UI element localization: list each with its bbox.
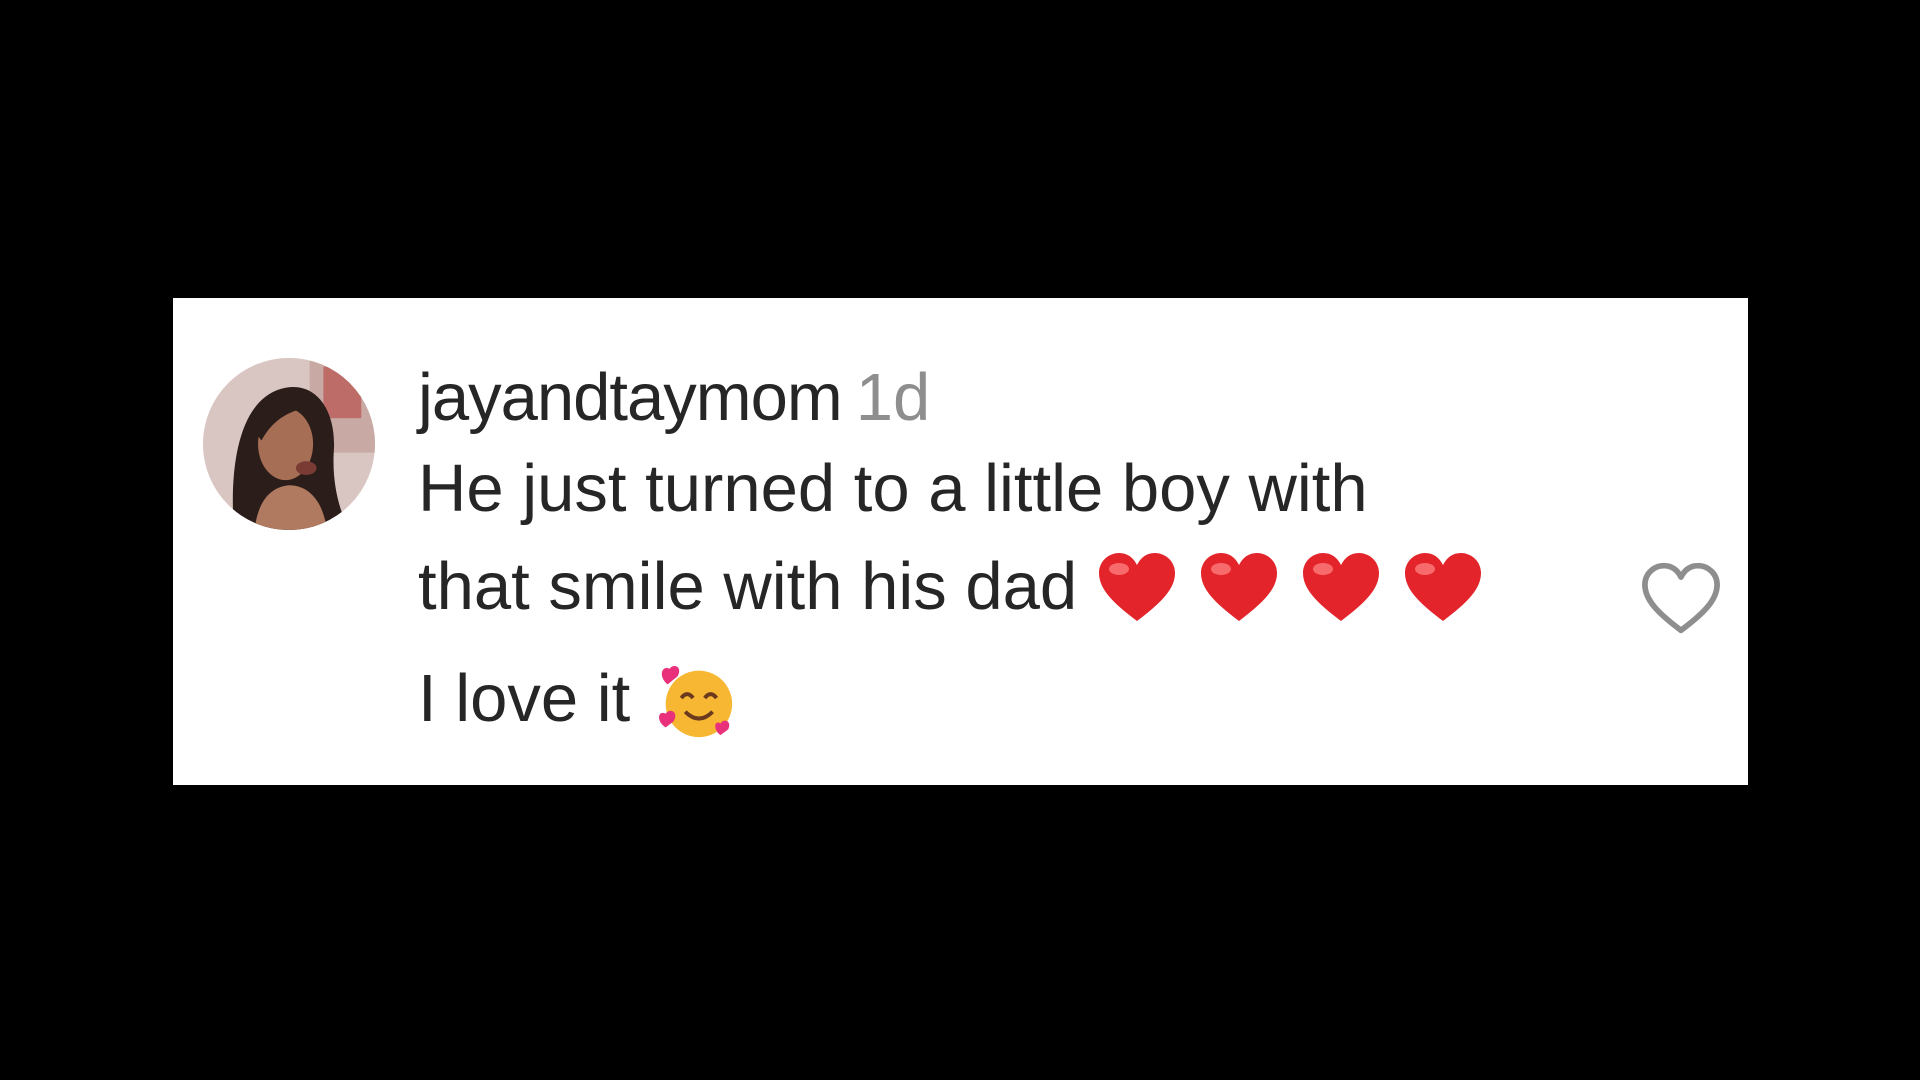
smiling-face-with-hearts-icon bbox=[652, 657, 738, 770]
timestamp[interactable]: 1d bbox=[856, 360, 931, 435]
comment-text: He just turned to a little boy with that… bbox=[418, 440, 1528, 770]
red-heart-icon bbox=[1099, 553, 1176, 621]
comment-body: jayandtaymom 1d He just turned to a littl… bbox=[418, 360, 1528, 770]
comment-card: jayandtaymom 1d He just turned to a littl… bbox=[173, 298, 1748, 785]
avatar[interactable] bbox=[203, 358, 375, 530]
heart-emojis bbox=[1097, 551, 1505, 650]
comment-text-line-3-wrap: I love it bbox=[418, 650, 1528, 770]
red-heart-icon bbox=[1201, 553, 1278, 621]
red-heart-icon bbox=[1303, 553, 1380, 621]
comment-text-line-2: that smile with his dad bbox=[418, 549, 1078, 624]
comment-text-line-1: He just turned to a little boy with bbox=[418, 451, 1368, 526]
like-heart-icon[interactable] bbox=[1639, 560, 1723, 636]
comment-header: jayandtaymom 1d bbox=[418, 360, 1528, 436]
comment-text-line-2-wrap: that smile with his dad bbox=[418, 538, 1528, 650]
username-link[interactable]: jayandtaymom bbox=[418, 360, 843, 435]
avatar-image bbox=[203, 358, 375, 530]
comment-text-line-3: I love it bbox=[418, 661, 631, 736]
red-heart-icon bbox=[1405, 553, 1482, 621]
